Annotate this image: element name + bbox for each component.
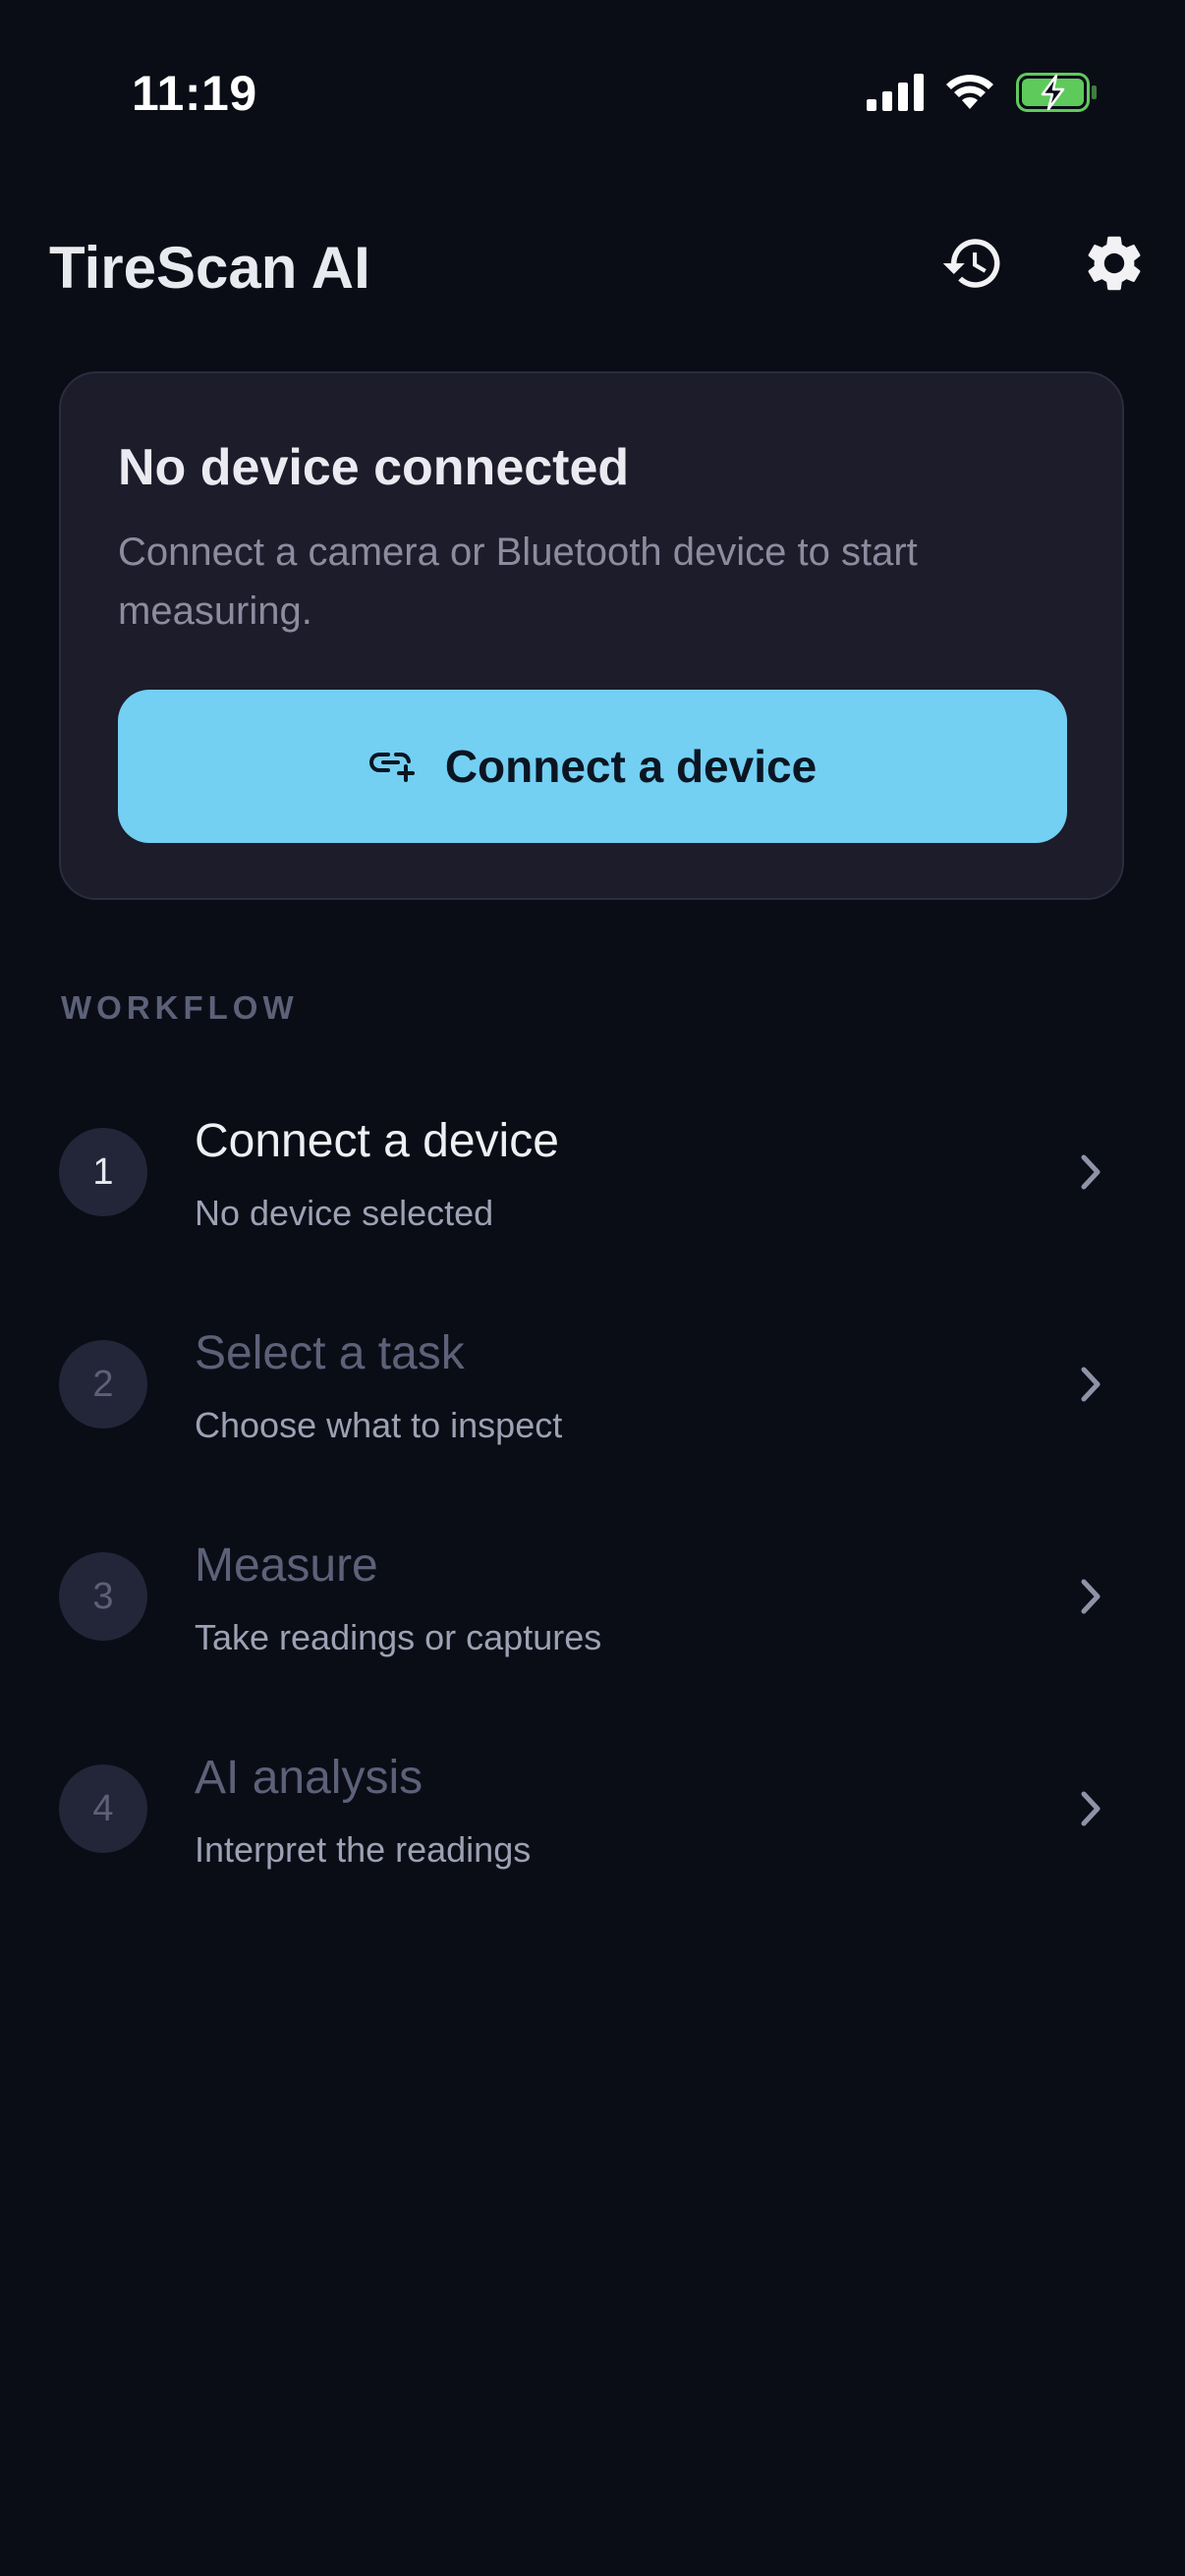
cellular-signal-icon [867, 74, 924, 116]
card-description: Connect a camera or Bluetooth device to … [118, 531, 918, 633]
connect-device-button[interactable]: Connect a device [118, 690, 1067, 843]
gear-icon [1081, 230, 1148, 302]
step-subtitle: Choose what to inspect [195, 1405, 563, 1445]
status-bar: 11:19 [0, 0, 1185, 187]
step-subtitle: No device selected [195, 1193, 494, 1233]
step-title: AI analysis [195, 1752, 423, 1804]
history-button[interactable] [931, 224, 1014, 307]
chevron-right-icon [1071, 1572, 1110, 1621]
workflow-step-measure[interactable]: 3 Measure Take readings or captures [0, 1513, 1185, 1680]
wifi-icon [945, 74, 994, 116]
app-header: TireScan AI [0, 216, 1185, 314]
workflow-step-connect[interactable]: 1 Connect a device No device selected [0, 1089, 1185, 1256]
status-time: 11:19 [132, 66, 257, 121]
chevron-right-icon [1071, 1360, 1110, 1409]
app-title: TireScan AI [49, 235, 370, 301]
chevron-right-icon [1071, 1784, 1110, 1833]
card-title: No device connected [118, 439, 630, 496]
workflow-section-label: WORKFLOW [61, 989, 299, 1026]
step-subtitle: Interpret the readings [195, 1829, 532, 1870]
device-status-card: No device connected Connect a camera or … [59, 371, 1124, 900]
step-title: Connect a device [195, 1115, 559, 1167]
settings-button[interactable] [1073, 224, 1156, 307]
workflow-step-select-task[interactable]: 2 Select a task Choose what to inspect [0, 1301, 1185, 1468]
status-icons [867, 73, 1099, 117]
step-subtitle: Take readings or captures [195, 1617, 602, 1657]
step-number-badge: 2 [59, 1340, 147, 1428]
step-title: Select a task [195, 1327, 465, 1379]
history-icon [940, 231, 1005, 301]
step-number-badge: 3 [59, 1552, 147, 1641]
step-number-badge: 1 [59, 1128, 147, 1216]
workflow-step-ai-analysis[interactable]: 4 AI analysis Interpret the readings [0, 1725, 1185, 1892]
step-number-badge: 4 [59, 1764, 147, 1853]
connect-device-button-label: Connect a device [444, 741, 818, 792]
link-add-icon [368, 745, 416, 789]
step-title: Measure [195, 1540, 378, 1592]
battery-charging-icon [1016, 73, 1099, 117]
chevron-right-icon [1071, 1148, 1110, 1197]
